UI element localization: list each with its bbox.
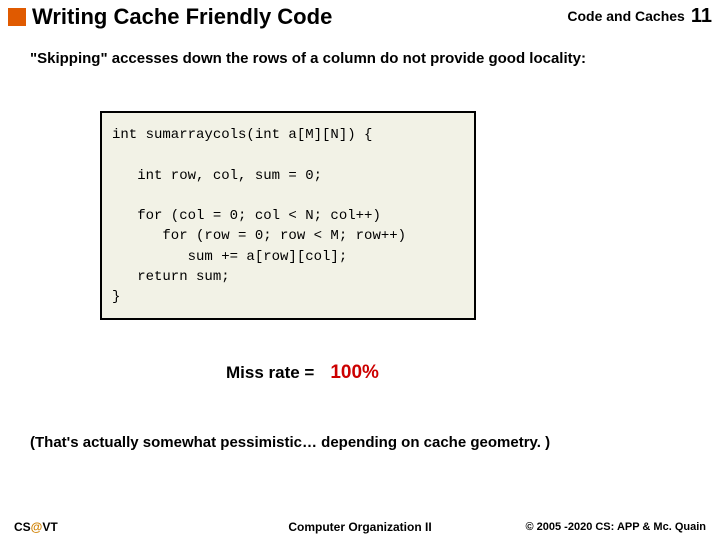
footer-center: Computer Organization II (288, 520, 431, 534)
footer-cs: CS (14, 520, 31, 534)
miss-rate-row: Miss rate = 100% (226, 362, 690, 384)
note-text: (That's actually somewhat pessimistic… d… (30, 434, 690, 451)
topic-label: Code and Caches (567, 8, 684, 24)
footer-right: © 2005 -2020 CS: APP & Mc. Quain (525, 521, 706, 533)
slide-body: "Skipping" accesses down the rows of a c… (0, 36, 720, 451)
code-block: int sumarraycols(int a[M][N]) { int row,… (100, 111, 476, 320)
title-block: Writing Cache Friendly Code (8, 4, 567, 30)
miss-rate-label: Miss rate = (226, 363, 314, 383)
accent-square-icon (8, 8, 26, 26)
slide-header: Writing Cache Friendly Code Code and Cac… (0, 0, 720, 36)
miss-rate-value: 100% (330, 362, 379, 384)
slide-footer: CS@VT Computer Organization II © 2005 -2… (0, 520, 720, 534)
slide-title: Writing Cache Friendly Code (32, 4, 332, 30)
footer-vt: VT (42, 520, 57, 534)
page-number: 11 (691, 5, 712, 28)
footer-at: @ (31, 520, 43, 534)
lead-text: "Skipping" accesses down the rows of a c… (30, 50, 690, 67)
footer-left: CS@VT (14, 520, 58, 534)
